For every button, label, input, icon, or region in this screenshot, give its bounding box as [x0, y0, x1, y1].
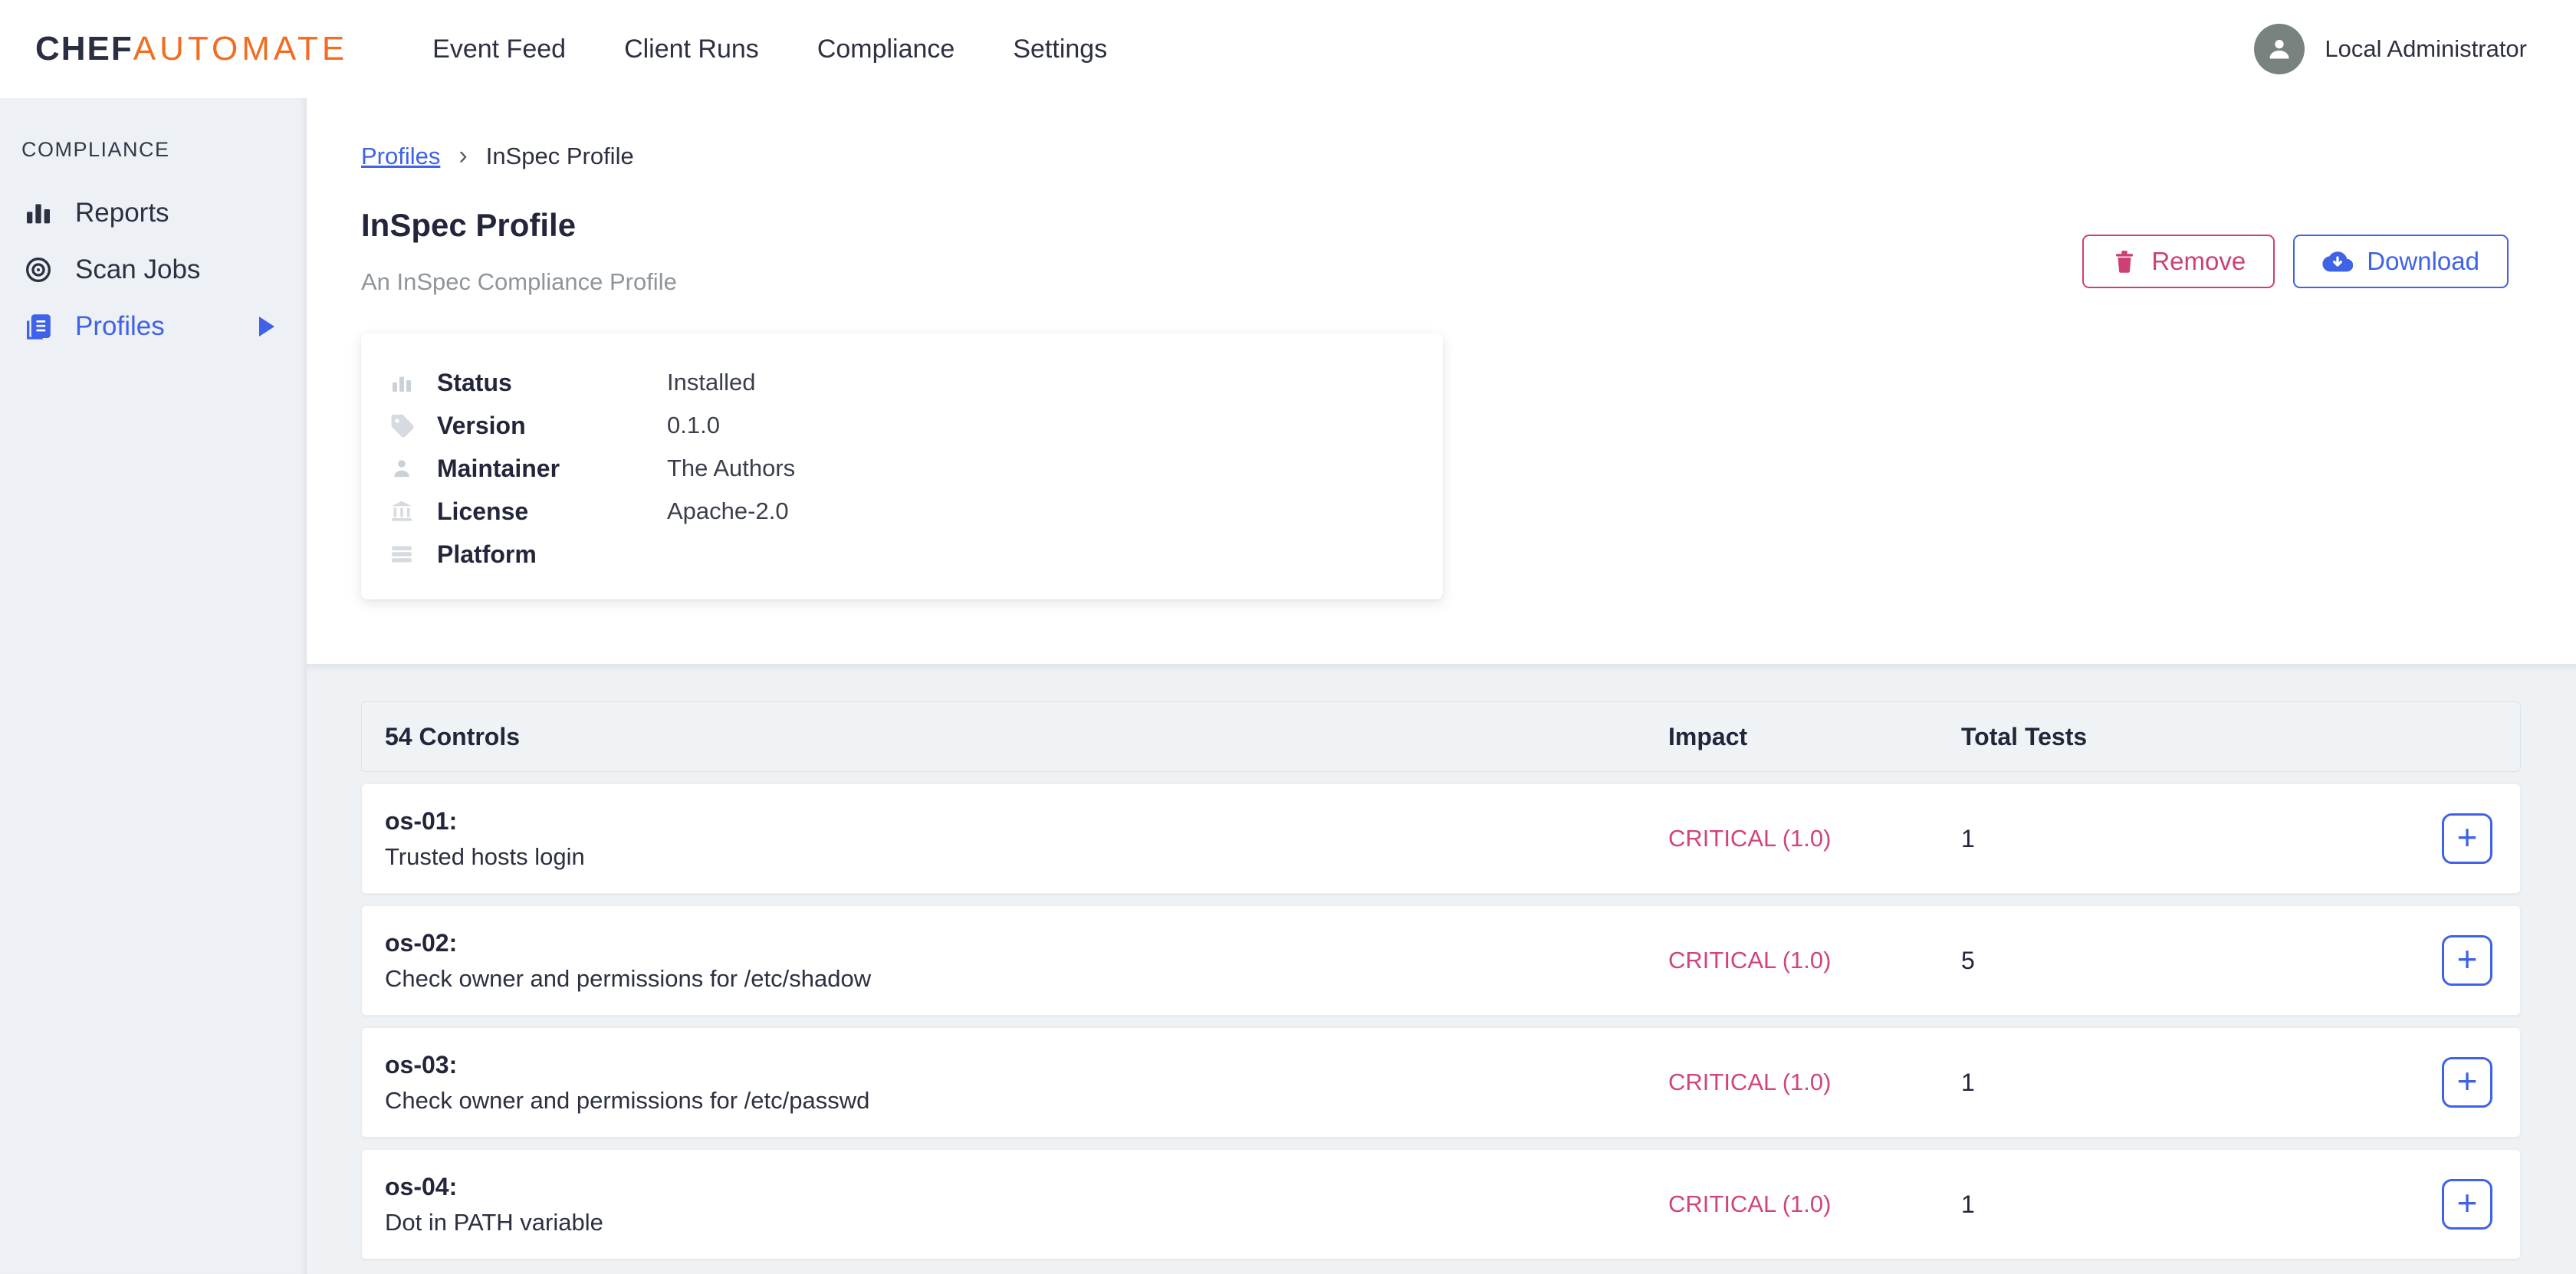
sidebar-item-scan-jobs[interactable]: Scan Jobs [0, 241, 307, 298]
page-subtitle: An InSpec Compliance Profile [361, 268, 677, 296]
nav-event-feed[interactable]: Event Feed [432, 34, 566, 64]
control-cell: os-02: Check owner and permissions for /… [385, 929, 1668, 993]
detail-label: Platform [437, 540, 667, 569]
column-controls: 54 Controls [385, 723, 1668, 751]
total-tests-value: 1 [1961, 1069, 2520, 1097]
breadcrumb-current: InSpec Profile [486, 143, 634, 170]
control-cell: os-04: Dot in PATH variable [385, 1173, 1668, 1236]
sidebar-section-title: COMPLIANCE [21, 138, 307, 162]
tag-icon [388, 412, 416, 439]
status-bars-icon [388, 369, 416, 396]
controls-table: 54 Controls Impact Total Tests os-01: Tr… [361, 701, 2521, 1259]
expand-control-button[interactable]: + [2442, 1179, 2492, 1230]
person-icon [2264, 34, 2295, 64]
control-id: os-01: [385, 807, 1668, 836]
control-id: os-02: [385, 929, 1668, 957]
remove-button-label: Remove [2151, 247, 2246, 276]
detail-row-status: Status Installed [361, 361, 1443, 404]
control-row-os-03: os-03: Check owner and permissions for /… [361, 1027, 2521, 1138]
download-button[interactable]: Download [2293, 235, 2509, 288]
breadcrumb-separator: › [458, 141, 467, 171]
expand-control-button[interactable]: + [2442, 935, 2492, 986]
logo-automate-text: AUTOMATE [133, 30, 348, 68]
column-impact: Impact [1668, 723, 1961, 751]
control-cell: os-01: Trusted hosts login [385, 807, 1668, 871]
sidebar-item-label: Profiles [75, 311, 165, 342]
top-navbar: CHEF AUTOMATE Event Feed Client Runs Com… [0, 0, 2576, 98]
sidebar-item-reports[interactable]: Reports [0, 185, 307, 241]
server-icon [388, 540, 416, 568]
user-name: Local Administrator [2325, 35, 2527, 63]
detail-label: Status [437, 369, 667, 397]
control-row-os-01: os-01: Trusted hosts login CRITICAL (1.0… [361, 783, 2521, 894]
documents-icon [23, 311, 54, 342]
sidebar-item-label: Reports [75, 198, 169, 228]
impact-badge: CRITICAL (1.0) [1668, 1190, 1961, 1218]
trash-icon [2111, 248, 2137, 274]
main-content: Profiles › InSpec Profile InSpec Profile… [307, 98, 2576, 1274]
logo-chef-text: CHEF [35, 30, 133, 68]
bar-chart-icon [23, 198, 54, 228]
control-id: os-04: [385, 1173, 1668, 1201]
compliance-sidebar: COMPLIANCE Reports Scan Jobs [0, 98, 307, 1274]
person-icon [388, 455, 416, 482]
detail-value: Apache-2.0 [667, 497, 789, 525]
chevron-right-icon[interactable] [259, 317, 274, 337]
sidebar-item-label: Scan Jobs [75, 254, 200, 285]
expand-control-button[interactable]: + [2442, 813, 2492, 864]
nav-compliance[interactable]: Compliance [817, 34, 955, 64]
control-id: os-03: [385, 1051, 1668, 1079]
download-button-label: Download [2367, 247, 2479, 276]
detail-value: The Authors [667, 455, 795, 482]
detail-value: 0.1.0 [667, 412, 720, 439]
chef-automate-logo[interactable]: CHEF AUTOMATE [35, 30, 348, 68]
breadcrumb-profiles-link[interactable]: Profiles [361, 143, 440, 170]
page-title: InSpec Profile [361, 207, 576, 244]
detail-row-platform: Platform [361, 533, 1443, 576]
detail-label: Version [437, 412, 667, 440]
scan-icon [23, 254, 54, 285]
detail-row-version: Version 0.1.0 [361, 404, 1443, 447]
detail-label: License [437, 497, 667, 526]
detail-row-maintainer: Maintainer The Authors [361, 447, 1443, 490]
impact-badge: CRITICAL (1.0) [1668, 947, 1961, 974]
column-total-tests: Total Tests [1961, 723, 2520, 751]
cloud-download-icon [2322, 246, 2353, 277]
total-tests-value: 5 [1961, 947, 2520, 975]
impact-badge: CRITICAL (1.0) [1668, 1069, 1961, 1096]
profile-actions: Remove Download [2082, 235, 2509, 288]
control-title: Trusted hosts login [385, 843, 1668, 871]
nav-settings[interactable]: Settings [1013, 34, 1107, 64]
bank-icon [388, 497, 416, 525]
total-tests-value: 1 [1961, 1190, 2520, 1219]
control-title: Check owner and permissions for /etc/sha… [385, 965, 1668, 993]
total-tests-value: 1 [1961, 825, 2520, 853]
user-menu[interactable]: Local Administrator [2254, 24, 2527, 74]
control-title: Check owner and permissions for /etc/pas… [385, 1087, 1668, 1115]
breadcrumb: Profiles › InSpec Profile [361, 141, 634, 171]
detail-row-license: License Apache-2.0 [361, 490, 1443, 533]
remove-button[interactable]: Remove [2082, 235, 2275, 288]
profile-detail-card: Status Installed Version 0.1.0 Maintaine… [361, 333, 1443, 599]
control-cell: os-03: Check owner and permissions for /… [385, 1051, 1668, 1115]
expand-control-button[interactable]: + [2442, 1057, 2492, 1108]
primary-nav: Event Feed Client Runs Compliance Settin… [432, 34, 1107, 64]
control-row-os-02: os-02: Check owner and permissions for /… [361, 905, 2521, 1016]
detail-label: Maintainer [437, 455, 667, 483]
control-row-os-04: os-04: Dot in PATH variable CRITICAL (1.… [361, 1149, 2521, 1259]
user-avatar [2254, 24, 2305, 74]
controls-table-header: 54 Controls Impact Total Tests [361, 701, 2521, 772]
control-title: Dot in PATH variable [385, 1209, 1668, 1236]
nav-client-runs[interactable]: Client Runs [624, 34, 759, 64]
sidebar-item-profiles[interactable]: Profiles [0, 298, 307, 355]
impact-badge: CRITICAL (1.0) [1668, 825, 1961, 852]
detail-value: Installed [667, 369, 755, 396]
